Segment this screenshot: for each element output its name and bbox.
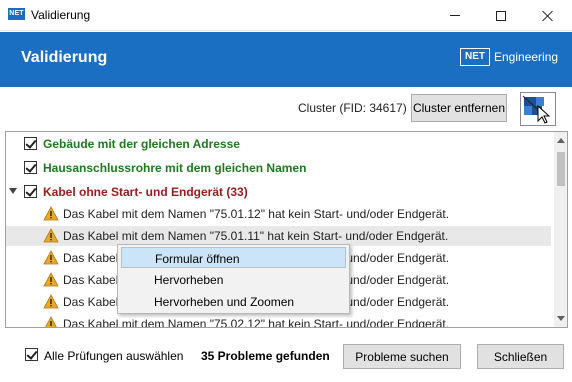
issue-text: Das Kabel mit dem Namen "75.02.12" hat k…	[63, 317, 450, 328]
scrollbar-thumb[interactable]	[557, 152, 565, 186]
category-checkbox[interactable]	[24, 137, 37, 150]
category-checkbox[interactable]	[24, 185, 37, 198]
issue-row[interactable]: Das Kabel mit dem Namen "75.01.11" hat k…	[6, 226, 551, 246]
warning-icon	[43, 272, 59, 287]
header-title: Validierung	[21, 49, 108, 66]
map-select-cursor-icon	[522, 95, 551, 124]
close-button[interactable]: Schließen	[477, 344, 564, 369]
close-window-button[interactable]	[524, 0, 570, 31]
remove-cluster-button[interactable]: Cluster entfernen	[411, 94, 507, 122]
app-logo-icon: NET	[8, 8, 25, 20]
search-problems-button[interactable]: Probleme suchen	[343, 344, 461, 369]
tree-category[interactable]: Gebäude mit der gleichen Adresse	[6, 134, 551, 154]
problem-count: 35 Probleme gefunden	[201, 349, 330, 363]
context-menu: Formular öffnen Hervorheben Hervorheben …	[117, 244, 350, 314]
warning-icon	[45, 316, 57, 327]
menu-item-label: Hervorheben	[154, 273, 224, 287]
cluster-label: Cluster (FID: 34617)	[298, 101, 407, 115]
menu-item-open-form[interactable]: Formular öffnen	[121, 247, 346, 268]
dialog-header: Validierung NET Engineering	[0, 32, 572, 87]
scroll-down-icon[interactable]	[557, 316, 565, 321]
minimize-button[interactable]	[432, 0, 478, 31]
maximize-button[interactable]	[478, 0, 524, 31]
menu-item-label: Formular öffnen	[155, 252, 240, 266]
category-label: Gebäude mit der gleichen Adresse	[43, 137, 240, 151]
category-checkbox[interactable]	[24, 161, 37, 174]
warning-icon	[43, 206, 59, 221]
category-label: Hausanschlussrohre mit dem gleichen Name…	[43, 161, 307, 175]
brand: NET Engineering	[460, 48, 558, 66]
issue-row[interactable]: Das Kabel mit dem Namen "75.01.12" hat k…	[6, 204, 551, 224]
warning-icon	[43, 294, 59, 309]
category-label: Kabel ohne Start- und Endgerät (33)	[43, 185, 248, 199]
select-all-label: Alle Prüfungen auswählen	[44, 349, 184, 363]
expand-arrow-icon[interactable]	[9, 188, 17, 194]
select-all-checkbox[interactable]	[25, 348, 38, 361]
minimize-icon	[450, 15, 460, 16]
warning-icon	[43, 250, 59, 265]
close-icon	[541, 10, 553, 22]
tree-category[interactable]: Hausanschlussrohre mit dem gleichen Name…	[6, 158, 551, 178]
map-select-button[interactable]	[520, 92, 556, 126]
issue-text: Das Kabel mit dem Namen "75.01.11" hat k…	[63, 229, 449, 243]
tree-category[interactable]: Kabel ohne Start- und Endgerät (33)	[6, 182, 551, 202]
window-title: Validierung	[31, 8, 91, 22]
menu-item-highlight-zoom[interactable]: Hervorheben und Zoomen	[121, 291, 346, 312]
issue-row[interactable]: Das Kabel mit dem Namen "75.02.12" hat k…	[6, 314, 551, 328]
window-titlebar: NET Validierung	[0, 0, 572, 31]
maximize-icon	[496, 10, 506, 21]
menu-item-highlight[interactable]: Hervorheben	[121, 269, 346, 290]
brand-text: Engineering	[494, 50, 559, 64]
vertical-scrollbar[interactable]	[554, 132, 567, 327]
brand-logo-icon: NET	[460, 48, 490, 66]
warning-icon	[43, 228, 59, 243]
issue-text: Das Kabel mit dem Namen "75.01.12" hat k…	[63, 207, 450, 221]
scroll-up-icon[interactable]	[557, 138, 565, 143]
menu-item-label: Hervorheben und Zoomen	[154, 295, 295, 309]
